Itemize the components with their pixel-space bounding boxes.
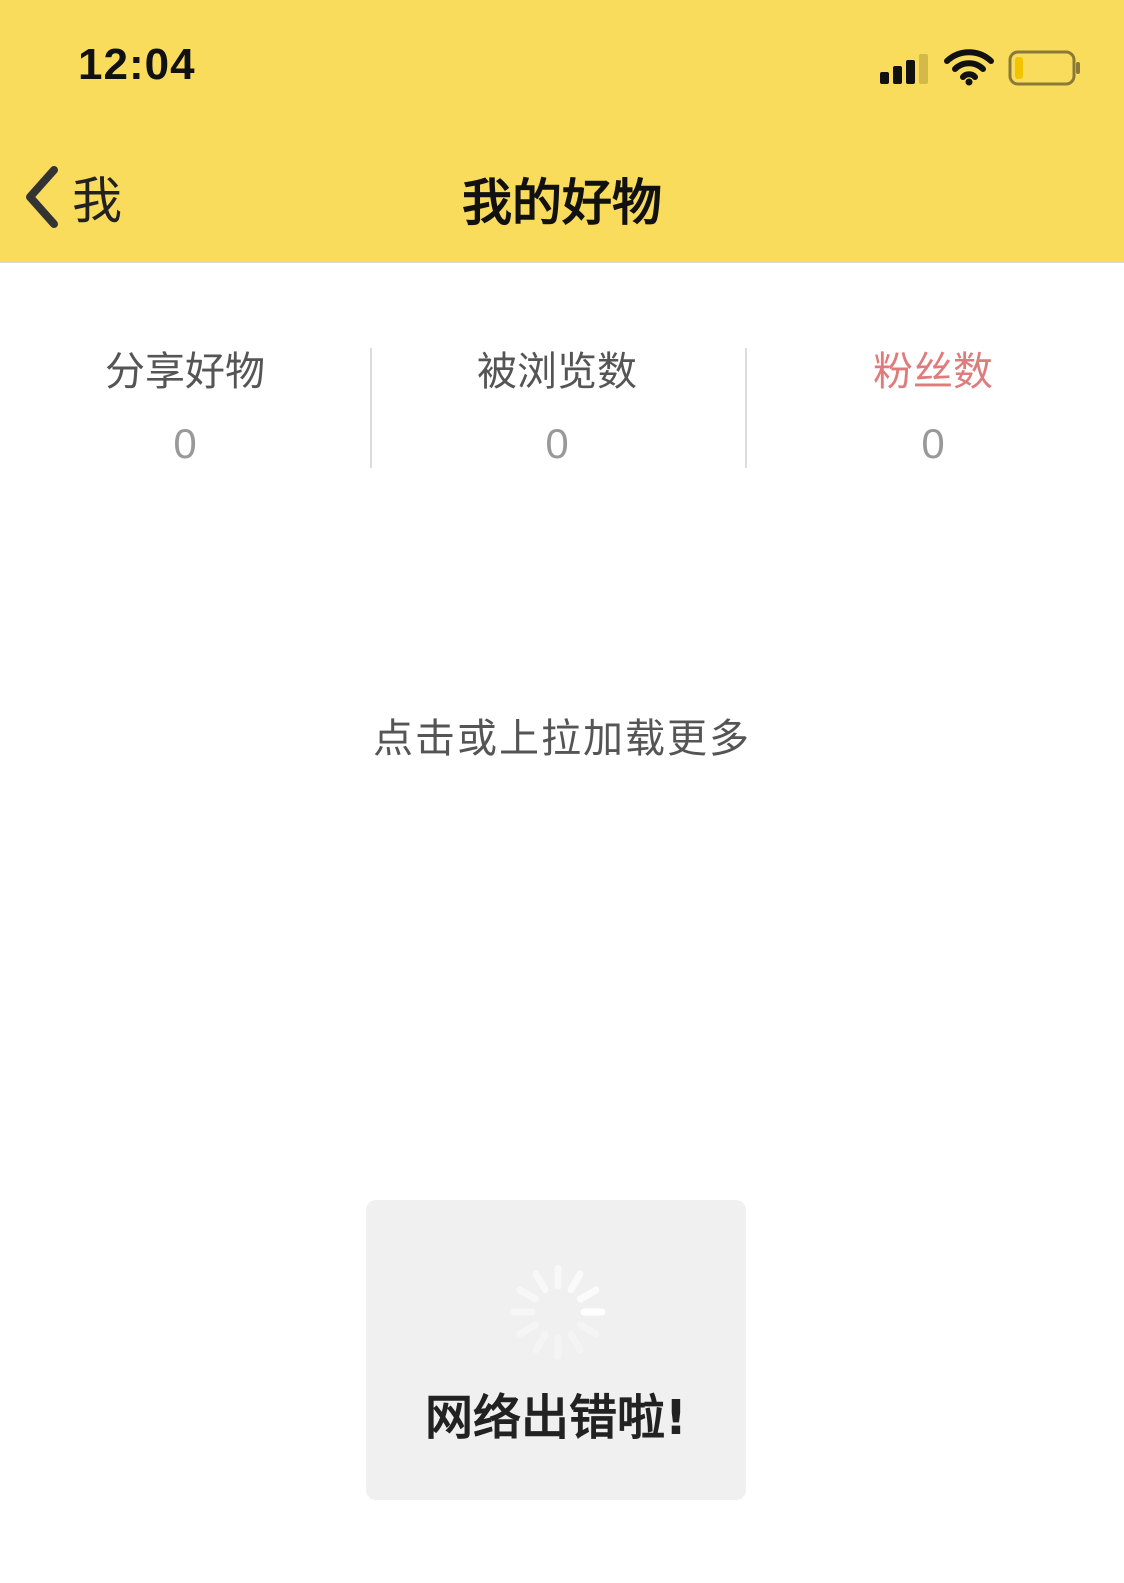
error-toast: 网络出错啦! [366,1200,746,1500]
stat-value: 0 [921,420,945,467]
battery-icon [1008,50,1080,86]
stats-bar: 分享好物 0 被浏览数 0 粉丝数 0 [0,340,1124,470]
load-more-button[interactable]: 点击或上拉加载更多 [0,706,1124,764]
stat-divider [745,348,747,468]
cellular-signal-icon [880,52,934,84]
navigation-header: 12:04 我 我的好物 [0,0,1124,263]
loading-spinner-icon [510,1264,606,1360]
stat-shared-items[interactable]: 分享好物 0 [0,340,370,470]
stat-value: 0 [173,420,197,467]
stat-followers[interactable]: 粉丝数 0 [748,340,1118,470]
stat-label: 分享好物 [105,349,265,395]
stat-label: 粉丝数 [873,349,993,395]
stat-views[interactable]: 被浏览数 0 [372,340,742,470]
stat-label: 被浏览数 [477,349,637,395]
wifi-icon [944,49,994,86]
stat-value: 0 [545,420,569,467]
stat-divider [370,348,372,468]
toast-message: 网络出错啦! [425,1390,687,1446]
status-time: 12:04 [78,40,196,89]
page-title: 我的好物 [462,174,662,232]
